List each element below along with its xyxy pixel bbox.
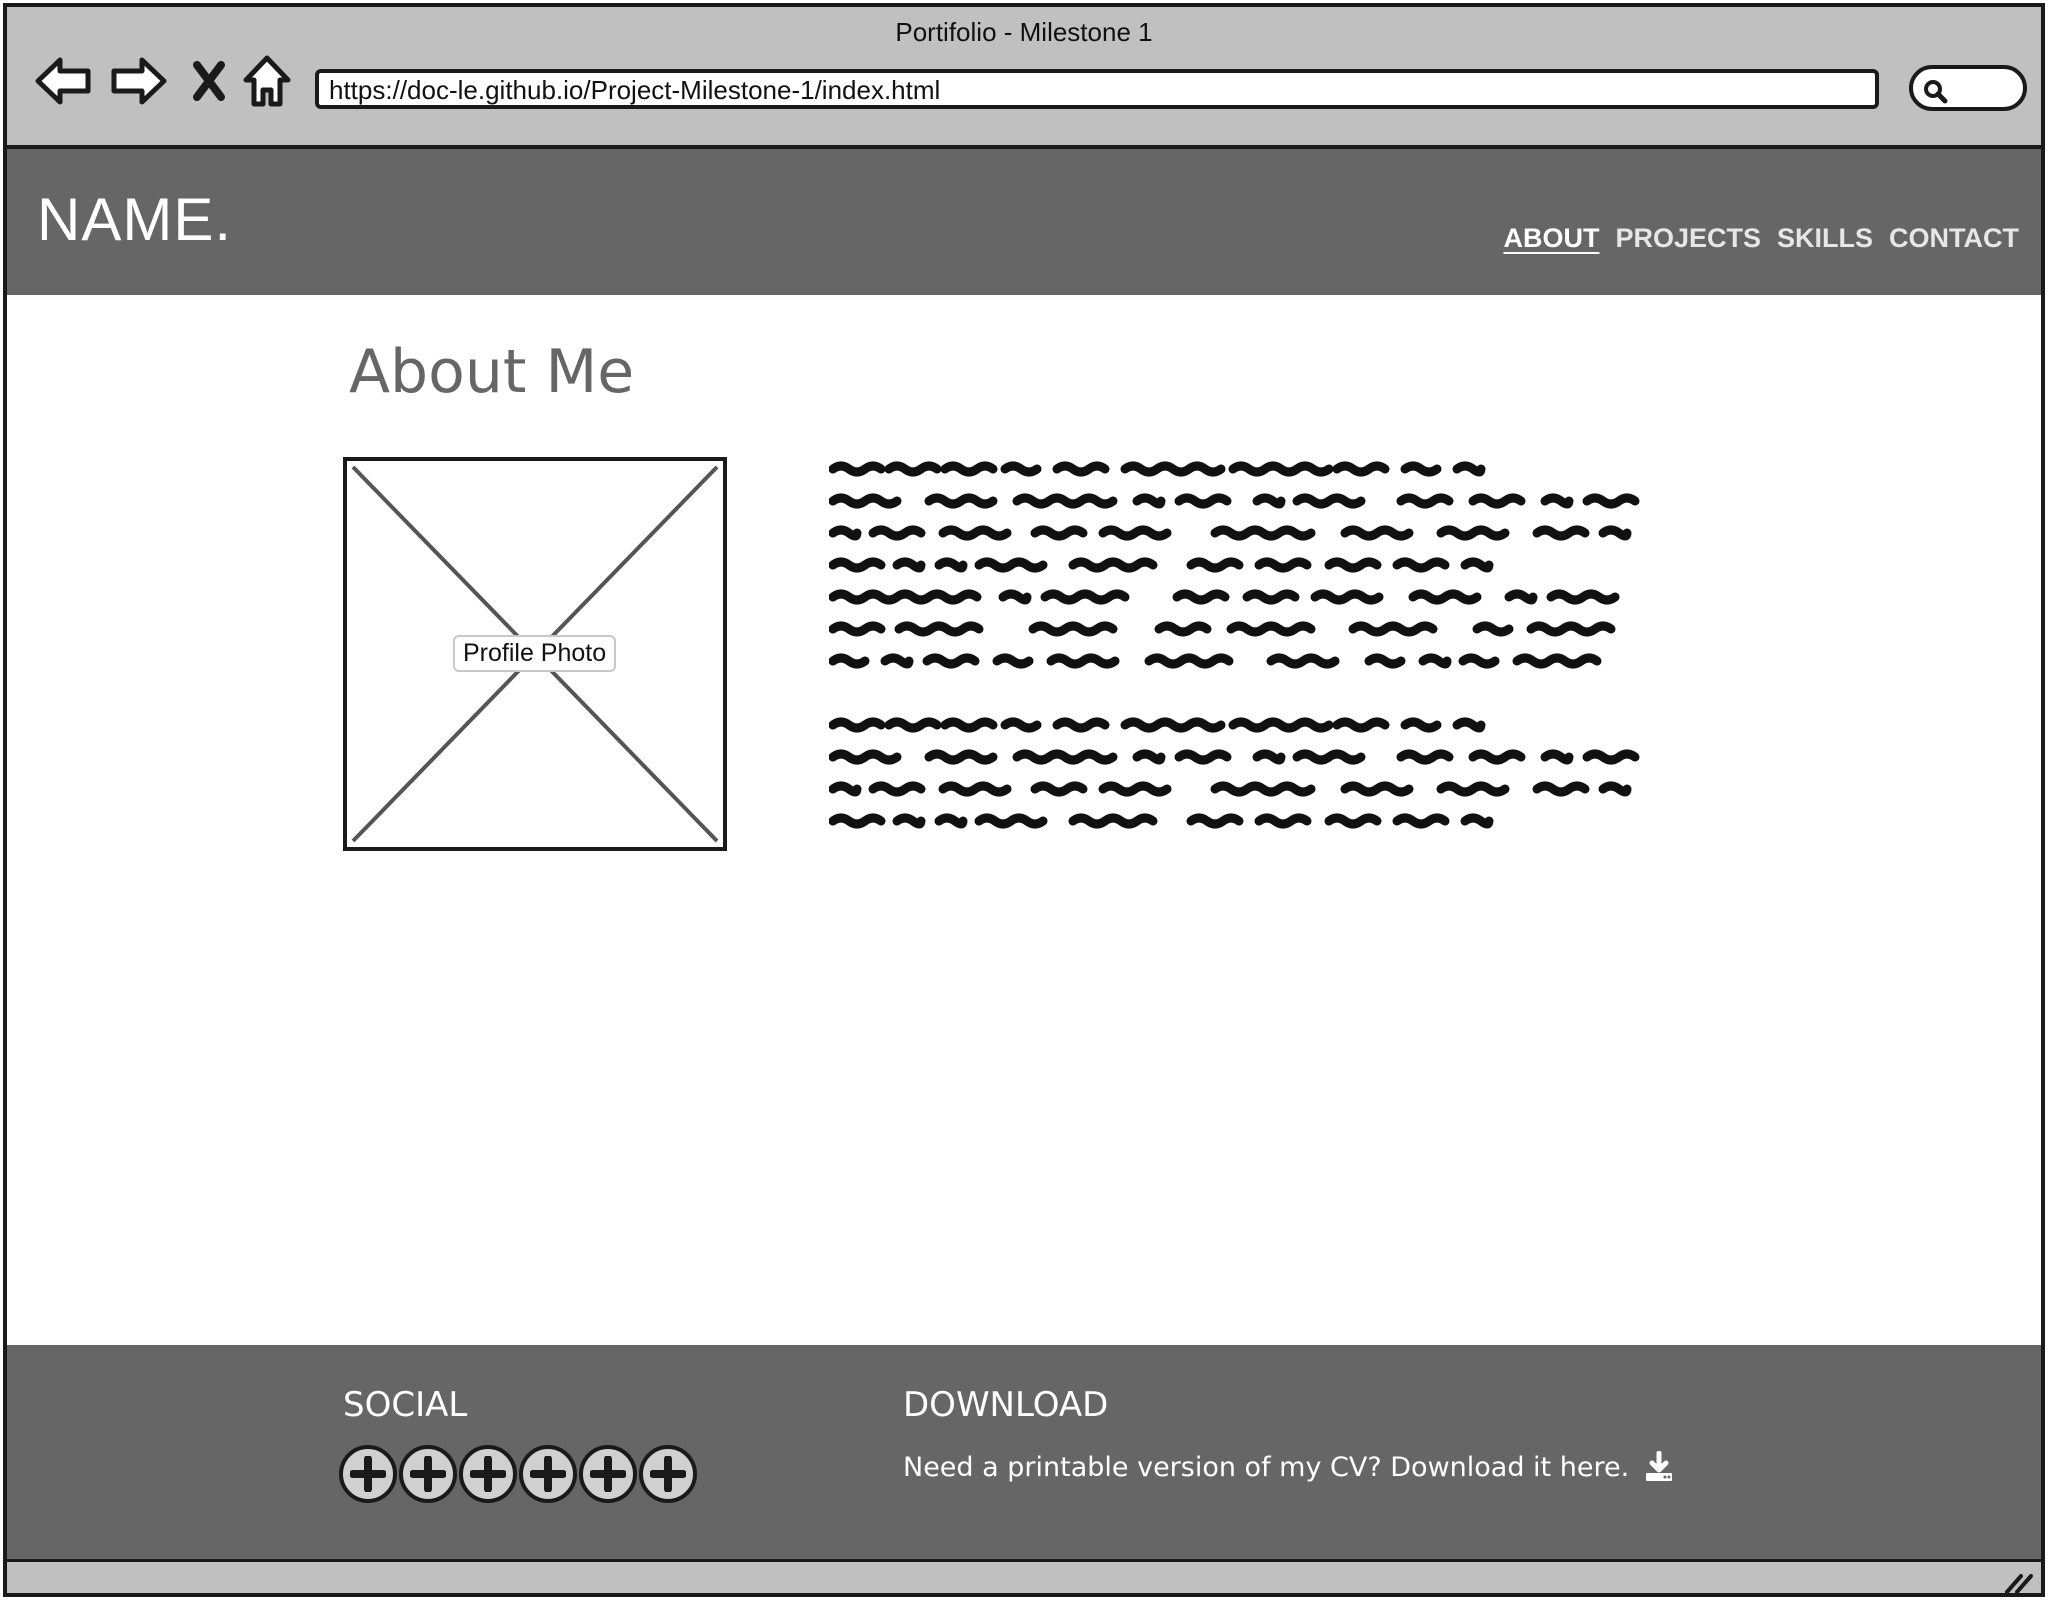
nav-link-about[interactable]: ABOUT [1503,223,1599,254]
social-link-3[interactable] [459,1445,517,1503]
scribble-text-lines [829,461,1640,829]
home-button[interactable] [237,53,297,109]
social-link-2[interactable] [399,1445,457,1503]
back-button[interactable] [33,53,93,109]
plus-circle-icon [470,1456,506,1492]
home-icon [243,55,291,107]
social-link-6[interactable] [639,1445,697,1503]
browser-toolbar: Portifolio - Milestone 1 https://doc-le.… [7,7,2041,149]
plus-circle-icon [590,1456,626,1492]
social-link-1[interactable] [339,1445,397,1503]
site-footer: SOCIAL DOWNLOAD Need a printable version… [7,1345,2041,1559]
plus-circle-icon [650,1456,686,1492]
main-navigation: ABOUT PROJECTS SKILLS CONTACT [1503,223,2019,254]
social-link-4[interactable] [519,1445,577,1503]
arrow-right-icon [111,57,167,105]
forward-button[interactable] [109,53,169,109]
stop-button[interactable] [179,53,239,109]
bio-text-placeholder [829,455,1677,835]
window-title: Portifolio - Milestone 1 [895,17,1153,47]
browser-window: Portifolio - Milestone 1 https://doc-le.… [3,3,2045,1597]
browser-status-bar [7,1559,2041,1594]
page-title: About Me [349,337,635,407]
nav-link-projects[interactable]: PROJECTS [1615,223,1761,254]
resize-grip-icon[interactable] [2003,1570,2033,1594]
download-cv-row: Need a printable version of my CV? Downl… [903,1451,1675,1483]
nav-link-skills[interactable]: SKILLS [1777,223,1873,254]
download-heading: DOWNLOAD [903,1385,1109,1425]
social-heading: SOCIAL [343,1385,468,1425]
site-header: NAME. ABOUT PROJECTS SKILLS CONTACT [7,149,2041,295]
profile-photo-label: Profile Photo [453,635,617,672]
download-cv-text: Need a printable version of my CV? Downl… [903,1451,1630,1483]
address-bar[interactable]: https://doc-le.github.io/Project-Milesto… [315,69,1879,109]
search-icon [1924,80,1948,104]
download-icon[interactable] [1643,1451,1675,1483]
social-link-5[interactable] [579,1445,637,1503]
social-links [339,1445,697,1503]
profile-photo-placeholder: Profile Photo [343,457,727,851]
search-box[interactable] [1909,65,2027,111]
nav-link-contact[interactable]: CONTACT [1889,223,2019,254]
close-icon [193,61,225,101]
plus-circle-icon [530,1456,566,1492]
plus-circle-icon [410,1456,446,1492]
plus-circle-icon [350,1456,386,1492]
arrow-left-icon [35,57,91,105]
site-logo[interactable]: NAME. [37,185,232,254]
